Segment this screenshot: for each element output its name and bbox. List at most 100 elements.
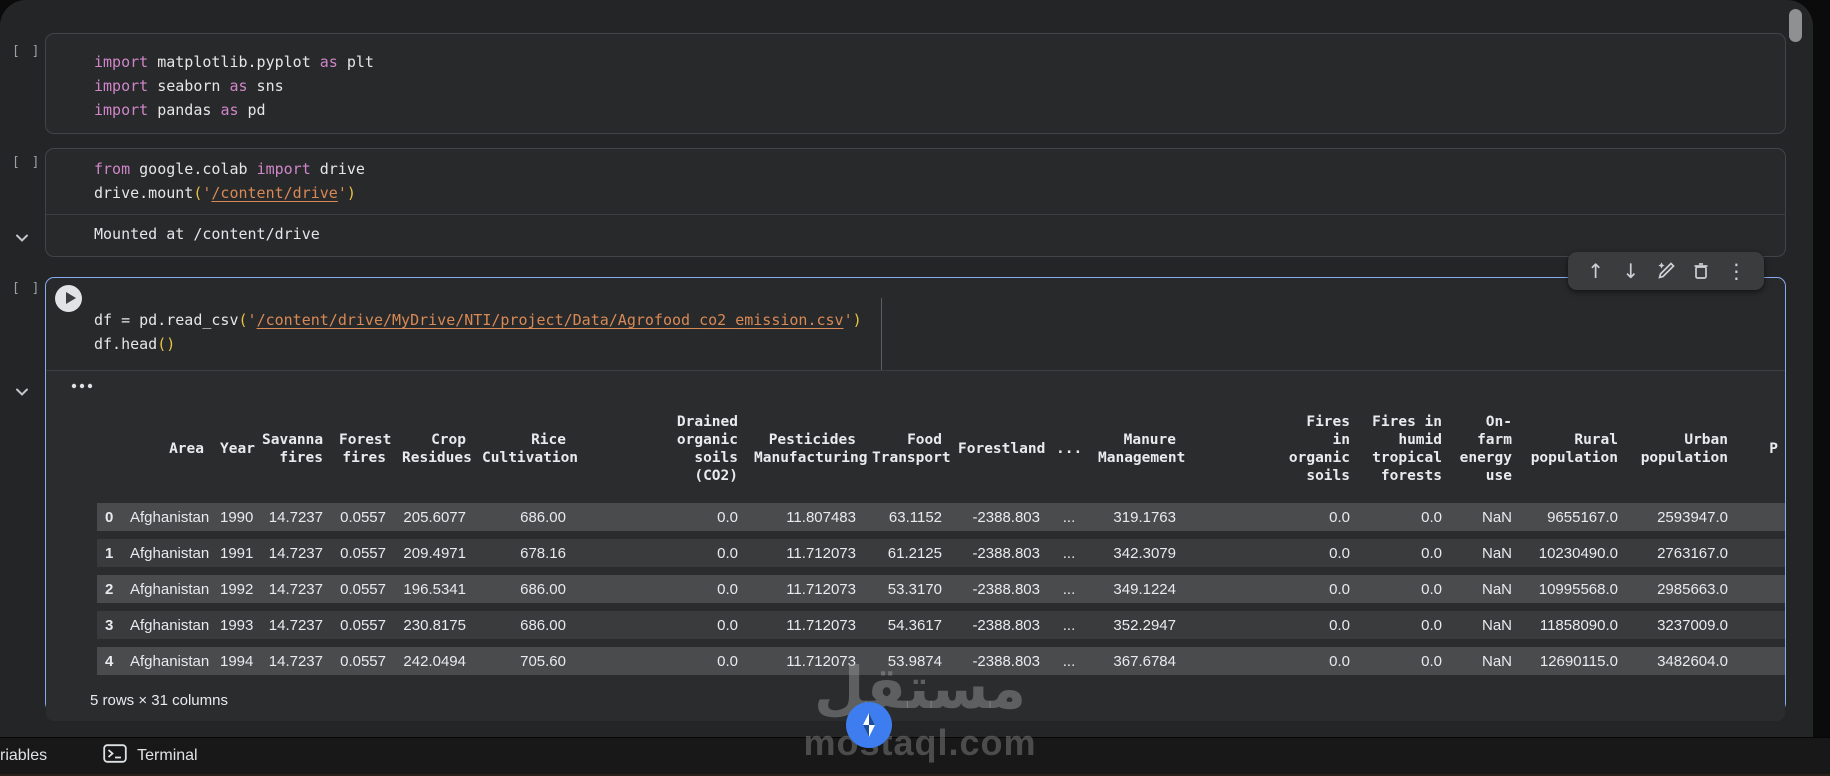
column-header: [97, 403, 122, 495]
dataframe-cell: 230.8175: [394, 611, 474, 639]
code-token: sns: [247, 77, 284, 95]
bottom-status-bar: riables Terminal: [0, 737, 1830, 776]
code-cell-drive-mount[interactable]: from google.colab import drive drive.moun…: [45, 148, 1786, 257]
move-cell-down-icon[interactable]: ↓: [1618, 258, 1644, 284]
dataframe-cell: 0.0: [1358, 611, 1450, 639]
dataframe-cell: Afghanistan: [122, 539, 212, 567]
code-token: /content/drive/MyDrive/NTI/project/Data/…: [256, 311, 844, 329]
dataframe-header-row: Area Year Savanna fires Forest fires Crop Re…: [97, 403, 1785, 495]
dataframe-cell: 11.712073: [746, 539, 864, 567]
more-cell-actions-icon[interactable]: ⋮: [1723, 258, 1749, 284]
dataframe-cell: 0.0557: [331, 503, 394, 531]
collapse-output-chevron-icon[interactable]: [13, 229, 31, 247]
terminal-tab[interactable]: Terminal: [103, 744, 198, 768]
column-header: Crop Residues: [402, 432, 472, 466]
dataframe-cell: 705.60: [474, 647, 574, 675]
dataframe-cell: Afghanistan: [122, 575, 212, 603]
dataframe-cell: 11858090.0: [1520, 611, 1626, 639]
code-token: ': [843, 311, 853, 329]
code-cell-read-csv[interactable]: df = pd.read_csv('/content/drive/MyDrive…: [45, 277, 1786, 721]
dataframe-cell: 0.0557: [331, 539, 394, 567]
column-header: On- farm energy use: [1459, 414, 1512, 484]
column-header: Forestland: [958, 441, 1046, 457]
dataframe-cell: 14.7237: [254, 539, 331, 567]
column-header: Manure Management: [1098, 432, 1186, 466]
code-line: import pandas as pd: [94, 98, 1785, 122]
code-editor[interactable]: import matplotlib.pyplot as plt import se…: [46, 34, 1785, 122]
dataframe-cell: ...: [1048, 647, 1090, 675]
dataframe-cell: 319.1763: [1090, 503, 1184, 531]
dataframe-cell: -2388.803: [950, 611, 1048, 639]
code-token: import: [94, 101, 149, 119]
dataframe-cell: 1: [97, 539, 122, 567]
vertical-scrollbar-thumb[interactable]: [1789, 9, 1802, 42]
dataframe-cell: Afghanistan: [122, 647, 212, 675]
dataframe-cell: 0.0: [1358, 539, 1450, 567]
dataframe-cell: 0.0: [1184, 503, 1358, 531]
code-token: matplotlib.pyplot: [148, 53, 320, 71]
exec-indicator-cell3[interactable]: [ ]: [12, 281, 41, 296]
dataframe-cell: 10230490.0: [1520, 539, 1626, 567]
code-line: drive.mount('/content/drive'): [94, 181, 1785, 205]
dataframe-cell: 367.6784: [1090, 647, 1184, 675]
dataframe-cell: 0.0: [574, 539, 746, 567]
code-cell-imports[interactable]: import matplotlib.pyplot as plt import se…: [45, 33, 1786, 134]
column-header: Savanna fires: [262, 432, 324, 466]
dataframe-cell: 0.0: [1358, 647, 1450, 675]
column-header: Fires in humid tropical forests: [1372, 414, 1442, 484]
code-token: ': [247, 311, 257, 329]
dataframe-cell: -2388.803: [950, 647, 1048, 675]
dataframe-cell: 53.9874: [864, 647, 950, 675]
dataframe-cell: 0.0: [574, 647, 746, 675]
exec-indicator-cell2[interactable]: [ ]: [12, 155, 41, 170]
dataframe-cell: 3237009.0: [1626, 611, 1736, 639]
dataframe-cell: [1736, 611, 1785, 639]
code-token: as: [220, 101, 239, 119]
dataframe-cell: 0.0: [1184, 611, 1358, 639]
dataframe-cell: 12690115.0: [1520, 647, 1626, 675]
dataframe-cell: 4: [97, 647, 122, 675]
dataframe-cell: 0.0: [1358, 503, 1450, 531]
dataframe-cell: 1991: [212, 539, 254, 567]
edit-with-ai-pencil-icon[interactable]: [1653, 258, 1679, 284]
dataframe-output-area: Area Year Savanna fires Forest fires Crop Re…: [46, 370, 1785, 721]
dataframe-cell: 11.712073: [746, 611, 864, 639]
column-header: Urban population: [1640, 432, 1728, 466]
code-line: import seaborn as sns: [94, 74, 1785, 98]
dataframe-cell: 11.712073: [746, 575, 864, 603]
code-token: (: [157, 335, 167, 353]
code-token: import: [256, 160, 311, 178]
code-token: import: [94, 53, 149, 71]
dataframe-cell: 11.712073: [746, 647, 864, 675]
dataframe-cell: 63.1152: [864, 503, 950, 531]
dataframe-row: 0 Afghanistan 1990 14.7237 0.0557 205.6077 686…: [97, 503, 1785, 531]
dataframe-cell: 0.0: [574, 575, 746, 603]
dataframe-cell: 9655167.0: [1520, 503, 1626, 531]
code-editor[interactable]: df = pd.read_csv('/content/drive/MyDrive…: [46, 278, 1785, 370]
column-header: Year: [220, 441, 255, 457]
dataframe-cell: ...: [1048, 539, 1090, 567]
output-options-ellipsis-icon[interactable]: [70, 379, 96, 395]
code-token: pd: [238, 101, 266, 119]
dataframe-row: 2 Afghanistan 1992 14.7237 0.0557 196.5341 686…: [97, 575, 1785, 603]
code-token: ): [852, 311, 862, 329]
dataframe-cell: [1736, 647, 1785, 675]
dataframe-cell: 54.3617: [864, 611, 950, 639]
dataframe-cell: 352.2947: [1090, 611, 1184, 639]
exec-indicator-cell1[interactable]: [ ]: [12, 44, 41, 59]
variables-tab-clipped[interactable]: riables: [0, 747, 47, 765]
delete-cell-trash-icon[interactable]: [1688, 258, 1714, 284]
collapse-output-chevron-icon[interactable]: [13, 383, 31, 401]
code-token: ): [166, 335, 176, 353]
move-cell-up-icon[interactable]: ↑: [1583, 258, 1609, 284]
dataframe-cell: 2985663.0: [1626, 575, 1736, 603]
code-editor[interactable]: from google.colab import drive drive.moun…: [46, 149, 1785, 214]
dataframe-cell: 14.7237: [254, 575, 331, 603]
dataframe-cell: 14.7237: [254, 647, 331, 675]
dataframe-cell: 0: [97, 503, 122, 531]
dataframe-cell: 1992: [212, 575, 254, 603]
code-token: seaborn: [148, 77, 230, 95]
dataframe-cell: 3482604.0: [1626, 647, 1736, 675]
run-cell-button[interactable]: [55, 285, 82, 312]
dataframe-cell: NaN: [1450, 503, 1520, 531]
